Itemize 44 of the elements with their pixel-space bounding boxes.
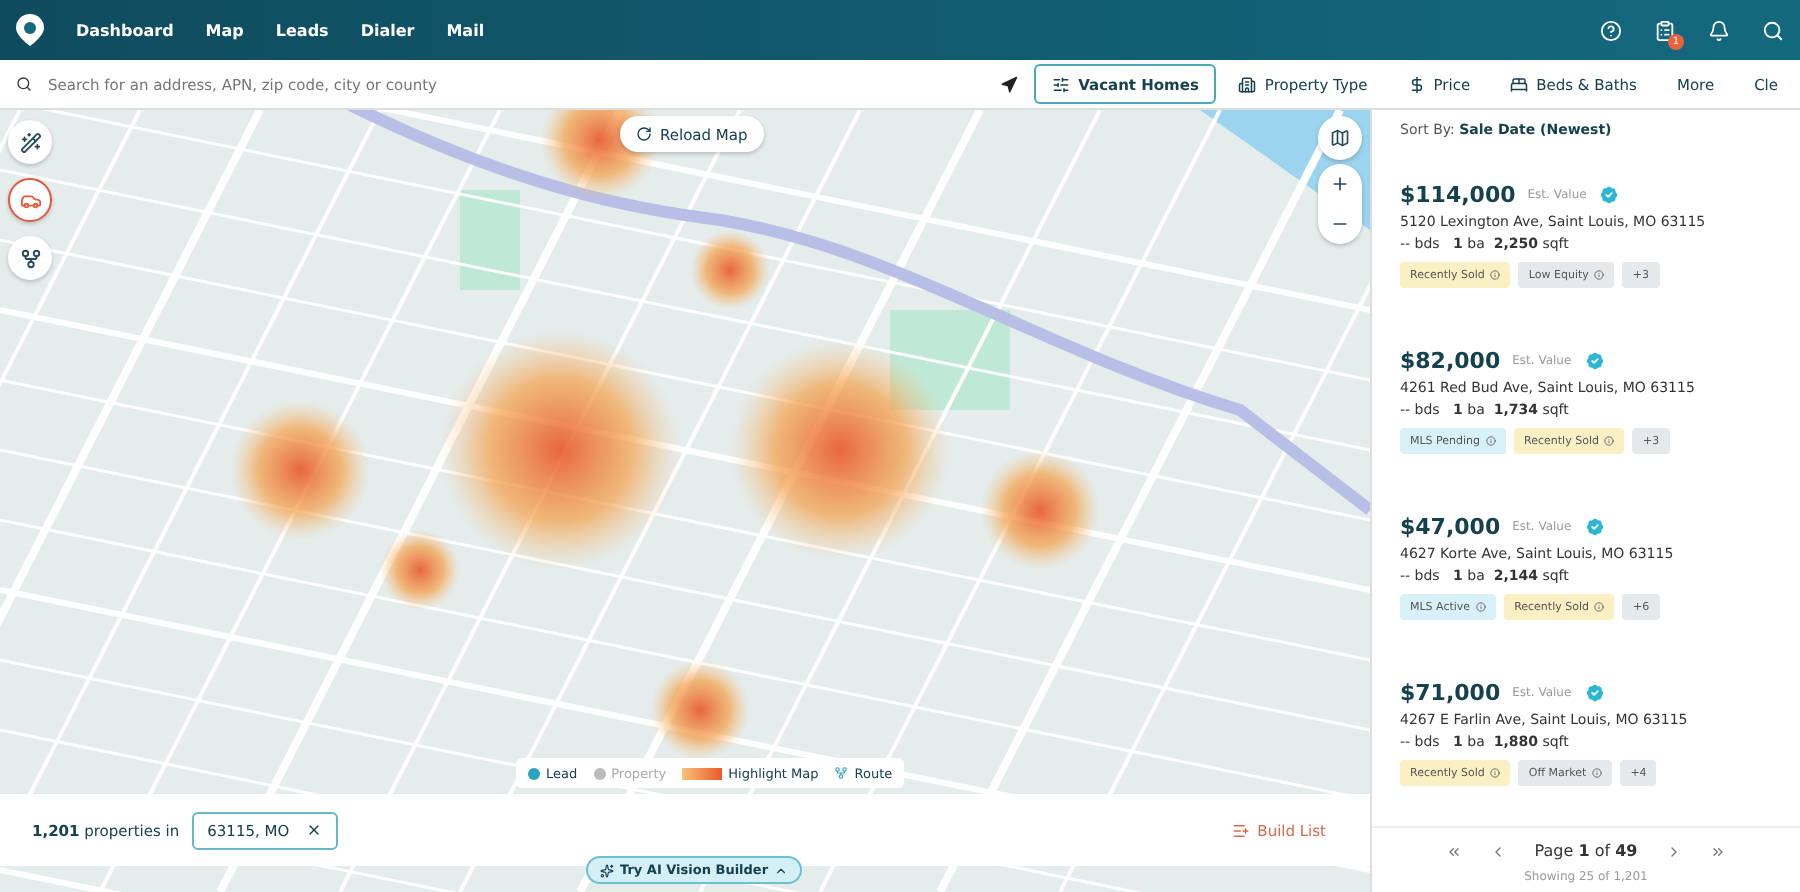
search-icon[interactable] [1762, 19, 1784, 41]
nav-link[interactable]: Dashboard [76, 21, 174, 39]
plus-icon [1330, 174, 1350, 194]
info-icon [1476, 602, 1487, 612]
info-icon [1490, 768, 1501, 778]
sliders-icon [1052, 75, 1071, 93]
verified-icon [1598, 184, 1621, 206]
nav-link[interactable]: Mail [446, 21, 485, 39]
caret-icon [774, 863, 789, 877]
info-icon [1490, 270, 1501, 280]
info-icon [1594, 270, 1605, 280]
sparkle-icon [600, 863, 614, 877]
info-icon [1594, 602, 1605, 612]
info-icon [1486, 436, 1497, 446]
page-indicator: Page 1 of 49 [1534, 842, 1638, 860]
verified-icon [1583, 516, 1606, 538]
dollar-icon [1407, 75, 1426, 93]
info-icon [1592, 768, 1603, 778]
last-page-button[interactable] [1709, 843, 1726, 859]
close-icon[interactable] [305, 822, 322, 838]
listing-price[interactable]: $114,000 [1400, 182, 1516, 208]
locate-arrow-icon[interactable] [1000, 75, 1019, 93]
info-icon [1604, 436, 1615, 446]
nav-link[interactable]: Dialer [360, 21, 415, 39]
search-icon [16, 76, 32, 92]
verified-icon [1583, 350, 1606, 372]
listing-price[interactable]: $71,000 [1400, 680, 1501, 706]
building-icon [1238, 75, 1257, 93]
route-icon [834, 766, 849, 780]
listing-price[interactable]: $47,000 [1400, 514, 1501, 540]
listing-price[interactable]: $82,000 [1400, 348, 1501, 374]
location-pin-logo-icon [16, 14, 44, 46]
bell-icon[interactable] [1708, 19, 1730, 41]
nav-link[interactable]: Map [205, 21, 244, 39]
first-page-button[interactable] [1446, 843, 1463, 859]
nav-link[interactable]: Leads [275, 21, 329, 39]
folded-map-icon [1330, 128, 1350, 148]
list-plus-icon [1231, 821, 1250, 839]
bed-icon [1510, 75, 1529, 93]
magic-wand-icon [19, 131, 41, 153]
fork-icon [19, 247, 41, 269]
help-icon[interactable] [1600, 19, 1622, 41]
verified-icon [1583, 682, 1606, 704]
refresh-icon [636, 126, 652, 142]
